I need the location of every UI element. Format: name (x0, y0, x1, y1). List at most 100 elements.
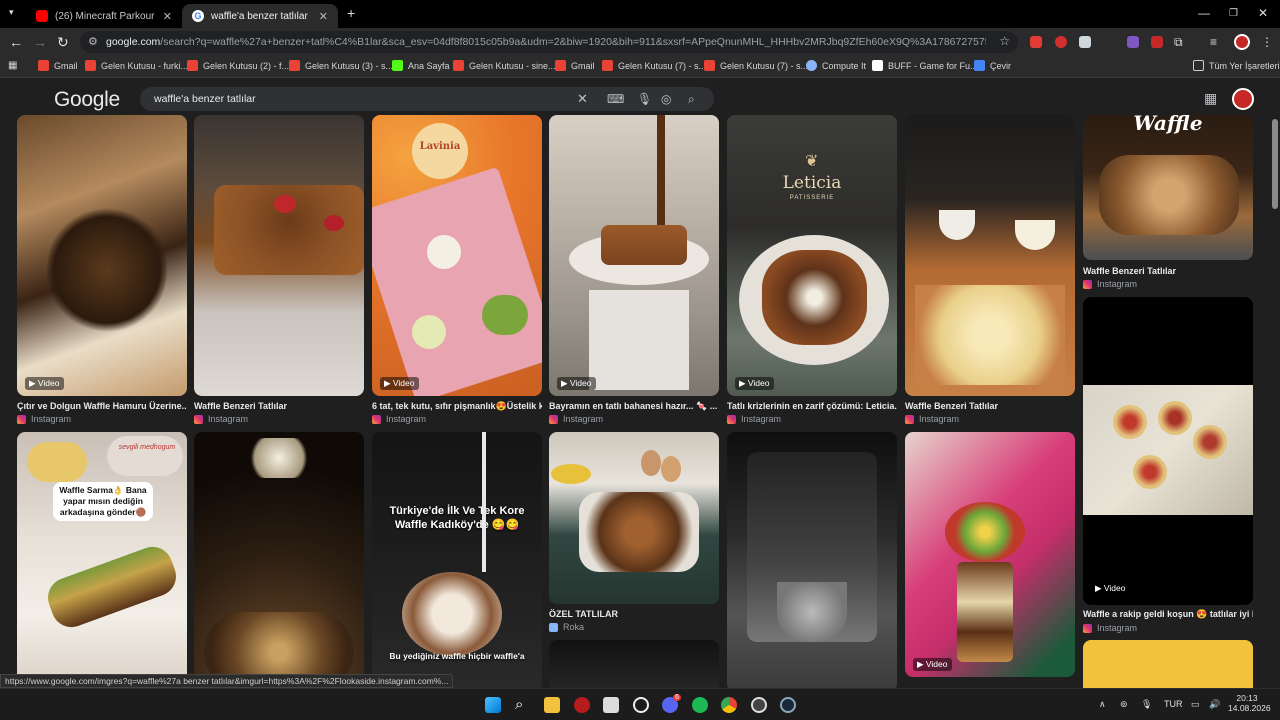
reload-button[interactable]: ↻ (57, 34, 69, 50)
result-source[interactable]: Instagram (727, 414, 781, 424)
result-thumbnail[interactable] (194, 432, 364, 688)
result-thumbnail[interactable]: Türkiye'de İlk Ve Tek Kore Waffle Kadıkö… (372, 432, 542, 688)
file-explorer-icon[interactable] (544, 697, 560, 713)
tab-search-icon[interactable]: ▾ (9, 7, 14, 18)
google-apps-icon[interactable]: ▦ (1204, 91, 1217, 105)
bookmark-item[interactable]: Gelen Kutusu (3) - s... (289, 60, 393, 71)
chrome-icon[interactable] (721, 697, 737, 713)
back-button[interactable]: ← (9, 34, 23, 50)
volume-icon[interactable]: 🔊 (1209, 699, 1220, 710)
google-logo[interactable]: Google (54, 88, 120, 112)
result-source[interactable]: Instagram (549, 414, 603, 424)
result-title[interactable]: Waffle a rakip geldi koşun 😍 tatlılar iy… (1083, 609, 1253, 620)
steam-icon[interactable] (780, 697, 796, 713)
bookmark-item[interactable]: Gelen Kutusu (7) - s... (704, 60, 808, 71)
result-source[interactable]: Instagram (1083, 279, 1137, 289)
network-icon[interactable]: ⊚ (1120, 699, 1128, 710)
clear-icon[interactable]: ✕ (577, 92, 588, 106)
all-bookmarks[interactable]: Tüm Yer İşaretleri (1193, 60, 1280, 71)
result-title[interactable]: Tatlı krizlerinin en zarif çözümü: Letic… (727, 401, 897, 411)
menu-kebab-icon[interactable]: ⋮ (1261, 34, 1273, 50)
store-icon[interactable] (603, 697, 619, 713)
scrollbar-thumb[interactable] (1272, 119, 1278, 209)
display-icon[interactable]: ▭ (1191, 699, 1200, 710)
new-tab-button[interactable]: + (347, 5, 355, 21)
result-title[interactable]: Çıtır ve Dolgun Waffle Hamuru Üzerine... (17, 401, 187, 411)
tray-chevron-icon[interactable]: ∧ (1099, 699, 1106, 710)
extensions-puzzle-icon[interactable]: ⧉ (1174, 34, 1183, 50)
result-source[interactable]: Instagram (1083, 623, 1137, 633)
bookmark-item[interactable]: Gmail (38, 60, 78, 71)
bookmark-item[interactable]: Ana Sayfa (392, 60, 450, 71)
extension-icon[interactable] (1079, 36, 1091, 48)
site-info-icon[interactable]: ⚙ (88, 35, 98, 48)
bookmark-item[interactable]: Gmail (555, 60, 595, 71)
extension-icon[interactable] (1127, 36, 1139, 48)
result-title[interactable]: Bayramın en tatlı bahanesi hazır... 🍬 ..… (549, 401, 719, 412)
result-thumbnail[interactable]: Lavinia ▶ Video (372, 115, 542, 396)
result-thumbnail[interactable] (905, 115, 1075, 396)
result-source[interactable]: Instagram (905, 414, 959, 424)
search-icon[interactable]: ⌕ (515, 697, 531, 713)
result-thumbnail[interactable]: ▶ Video (905, 432, 1075, 677)
close-window-button[interactable]: ✕ (1258, 6, 1268, 20)
result-thumbnail[interactable] (194, 115, 364, 396)
result-thumbnail[interactable]: ▶ Video (1083, 297, 1253, 605)
clock[interactable]: 20:13 14.08.2026 (1228, 693, 1271, 713)
result-thumbnail[interactable]: sevgili medhogum Waffle Sarma👌 Bana yapa… (17, 432, 187, 688)
extension-icon[interactable] (1055, 36, 1067, 48)
lens-icon[interactable]: ◎ (661, 92, 671, 106)
result-title[interactable]: Waffle Benzeri Tatlılar (194, 401, 364, 411)
steam-like-icon[interactable] (633, 697, 649, 713)
media-controls-icon[interactable]: ≡ (1210, 34, 1217, 50)
keyboard-icon[interactable]: ⌨ (607, 92, 624, 106)
bookmark-item[interactable]: BUFF - Game for Fu... (872, 60, 978, 71)
extension-icon[interactable] (1151, 36, 1163, 48)
bookmark-item[interactable]: Gelen Kutusu (7) - s... (602, 60, 706, 71)
result-title[interactable]: Waffle Benzeri Tatlılar (1083, 266, 1253, 276)
result-source[interactable]: Roka (549, 622, 584, 632)
apps-grid-icon[interactable]: ▦ (8, 60, 17, 71)
result-source[interactable]: Instagram (17, 414, 71, 424)
bookmark-item[interactable]: Gelen Kutusu - furki... (85, 60, 188, 71)
forward-button[interactable]: → (33, 34, 47, 50)
result-thumbnail[interactable]: ▶ Video (17, 115, 187, 396)
result-thumbnail[interactable]: ❦ Leticia PATISSERIE ▶ Video (727, 115, 897, 396)
bookmark-item[interactable]: Compute It (806, 60, 866, 71)
bookmark-item[interactable]: Gelen Kutusu - sine... (453, 60, 556, 71)
extension-icon[interactable] (1030, 36, 1042, 48)
bookmark-star-icon[interactable]: ☆ (999, 34, 1010, 48)
result-source[interactable]: Instagram (194, 414, 248, 424)
profile-avatar[interactable] (1234, 34, 1250, 50)
result-title[interactable]: 6 tat, tek kutu, sıfır pişmanlık😍Üstelik… (372, 401, 542, 412)
address-bar[interactable]: ⚙ google.com/search?q=waffle%27a+benzer+… (80, 31, 1018, 53)
mic-icon[interactable]: 🎙 (1141, 699, 1152, 710)
minimize-button[interactable]: — (1198, 6, 1210, 20)
start-windows-icon[interactable] (485, 697, 501, 713)
restore-button[interactable]: ❐ (1229, 8, 1238, 19)
tab-minecraft[interactable]: (26) Minecraft Parkour Gamepl ✕ (26, 4, 182, 28)
account-avatar[interactable] (1232, 88, 1254, 110)
close-icon[interactable]: ✕ (319, 10, 328, 23)
spotify-icon[interactable] (692, 697, 708, 713)
language-indicator[interactable]: TUR (1164, 699, 1183, 709)
result-title[interactable]: Waffle Benzeri Tatlılar (905, 401, 1075, 411)
mic-icon[interactable]: 🎙 (637, 92, 652, 106)
result-thumbnail[interactable]: Waffle (1083, 115, 1253, 260)
tab-google-search[interactable]: G waffle'a benzer tatlılar - Google ✕ (182, 4, 338, 28)
result-thumbnail[interactable]: ▶ Video (549, 115, 719, 396)
result-thumbnail[interactable] (549, 432, 719, 604)
app-icon[interactable] (574, 697, 590, 713)
app-icon[interactable] (751, 697, 767, 713)
search-input[interactable]: waffle'a benzer tatlılar (154, 93, 256, 105)
close-icon[interactable]: ✕ (163, 10, 172, 23)
result-source[interactable]: Instagram (372, 414, 426, 424)
bookmark-item[interactable]: Çevir (974, 60, 1011, 71)
result-thumbnail[interactable] (1083, 640, 1253, 688)
result-thumbnail[interactable] (549, 640, 719, 688)
search-box[interactable]: waffle'a benzer tatlılar ✕ ⌨ 🎙 ◎ ⌕ (140, 87, 714, 111)
result-thumbnail[interactable] (727, 432, 897, 688)
result-title[interactable]: ÖZEL TATLILAR (549, 609, 719, 619)
bookmark-item[interactable]: Gelen Kutusu (2) - f... (187, 60, 289, 71)
search-icon[interactable]: ⌕ (688, 92, 695, 106)
